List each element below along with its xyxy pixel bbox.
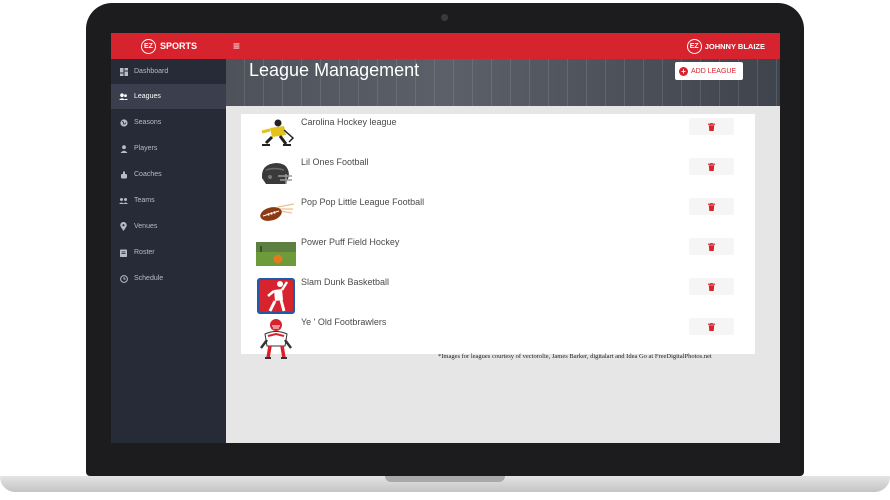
sidebar-item-label: Roster bbox=[134, 249, 155, 256]
sidebar-item-label: Leagues bbox=[134, 93, 161, 100]
delete-button[interactable] bbox=[689, 198, 734, 215]
sidebar-item-venues[interactable]: Venues bbox=[111, 214, 226, 239]
page-header: League Management + ADD LEAGUE bbox=[226, 59, 780, 106]
users-icon bbox=[119, 92, 128, 101]
sidebar-item-seasons[interactable]: Seasons bbox=[111, 110, 226, 135]
brand-name: SPORTS bbox=[159, 41, 197, 51]
sidebar-item-players[interactable]: Players bbox=[111, 136, 226, 161]
ez-logo-icon: EZ bbox=[140, 38, 156, 54]
list-item[interactable]: Lil Ones Football bbox=[241, 154, 755, 194]
camera-icon bbox=[441, 14, 448, 21]
clipboard-icon bbox=[119, 248, 128, 257]
list-item[interactable]: Slam Dunk Basketball bbox=[241, 274, 755, 314]
delete-button[interactable] bbox=[689, 318, 734, 335]
hamburger-icon[interactable]: ≡ bbox=[233, 39, 240, 53]
user-menu[interactable]: EZ JOHNNY BLAIZE bbox=[686, 33, 765, 59]
map-pin-icon bbox=[119, 222, 128, 231]
user-name: JOHNNY BLAIZE bbox=[704, 41, 765, 51]
person-icon bbox=[119, 144, 128, 153]
sidebar-item-label: Dashboard bbox=[134, 68, 169, 75]
football-player-image bbox=[260, 319, 292, 359]
league-list: Carolina Hockey league Lil Ones Football bbox=[241, 114, 755, 359]
app-screen: EZ SPORTS ≡ EZ JOHNNY BLAIZE Dashboard L… bbox=[111, 33, 780, 443]
user-avatar: EZ bbox=[686, 38, 702, 54]
laptop-notch bbox=[385, 476, 505, 482]
league-name[interactable]: Carolina Hockey league bbox=[301, 117, 397, 127]
list-item[interactable]: Ye ' Old Footbrawlers bbox=[241, 314, 755, 359]
trash-icon bbox=[708, 202, 715, 211]
top-bar: EZ SPORTS ≡ EZ JOHNNY BLAIZE bbox=[111, 33, 780, 59]
league-name[interactable]: Slam Dunk Basketball bbox=[301, 277, 389, 287]
league-name[interactable]: Power Puff Field Hockey bbox=[301, 237, 399, 247]
whistle-icon bbox=[119, 170, 128, 179]
list-item[interactable]: Pop Pop Little League Football bbox=[241, 194, 755, 234]
sidebar-item-label: Players bbox=[134, 145, 158, 152]
league-name[interactable]: Ye ' Old Footbrawlers bbox=[301, 317, 386, 327]
field-hockey-image bbox=[256, 242, 296, 266]
globe-icon bbox=[119, 118, 128, 127]
delete-button[interactable] bbox=[689, 278, 734, 295]
football-image bbox=[260, 203, 295, 221]
sidebar-item-coaches[interactable]: Coaches bbox=[111, 162, 226, 187]
sidebar-item-label: Teams bbox=[134, 197, 155, 204]
sidebar-item-schedule[interactable]: Schedule bbox=[111, 266, 226, 291]
list-item[interactable]: Carolina Hockey league bbox=[241, 114, 755, 154]
brand[interactable]: EZ SPORTS bbox=[111, 33, 227, 59]
group-icon bbox=[119, 196, 128, 205]
clock-icon bbox=[119, 274, 128, 283]
image-credit: *Images for leagues courtesy of vectorol… bbox=[438, 353, 712, 360]
sidebar-item-teams[interactable]: Teams bbox=[111, 188, 226, 213]
sidebar-item-leagues[interactable]: Leagues bbox=[111, 84, 226, 109]
sidebar-item-dashboard[interactable]: Dashboard bbox=[111, 59, 226, 84]
league-name[interactable]: Lil Ones Football bbox=[301, 157, 369, 167]
page-title: League Management bbox=[249, 60, 420, 80]
sidebar: Dashboard Leagues Seasons Players Coache… bbox=[111, 59, 226, 443]
dashboard-icon bbox=[119, 67, 128, 76]
trash-icon bbox=[708, 122, 715, 131]
plus-circle-icon: + bbox=[679, 66, 688, 76]
trash-icon bbox=[708, 322, 715, 331]
trash-icon bbox=[708, 242, 715, 251]
sidebar-item-roster[interactable]: Roster bbox=[111, 240, 226, 265]
add-league-button[interactable]: + ADD LEAGUE bbox=[675, 62, 743, 80]
trash-icon bbox=[708, 162, 715, 171]
delete-button[interactable] bbox=[689, 158, 734, 175]
delete-button[interactable] bbox=[689, 238, 734, 255]
add-league-label: ADD LEAGUE bbox=[691, 67, 737, 75]
basketball-player-image bbox=[257, 278, 295, 314]
sidebar-item-label: Schedule bbox=[134, 275, 164, 282]
delete-button[interactable] bbox=[689, 118, 734, 135]
sidebar-item-label: Coaches bbox=[134, 171, 162, 178]
league-name[interactable]: Pop Pop Little League Football bbox=[301, 197, 424, 207]
hockey-player-image bbox=[261, 119, 295, 146]
sidebar-item-label: Seasons bbox=[134, 119, 162, 126]
list-item[interactable]: Power Puff Field Hockey bbox=[241, 234, 755, 274]
sidebar-item-label: Venues bbox=[134, 223, 158, 230]
trash-icon bbox=[708, 282, 715, 291]
football-helmet-image bbox=[261, 163, 292, 184]
